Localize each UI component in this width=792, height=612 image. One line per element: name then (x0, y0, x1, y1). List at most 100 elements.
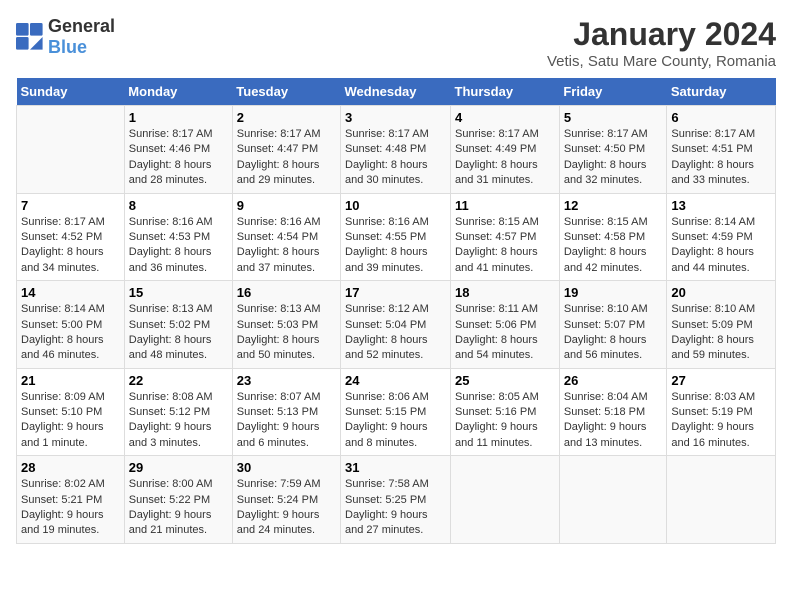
sunset-text: Sunset: 4:59 PM (671, 230, 771, 245)
daylight-text: Daylight: 8 hours and 42 minutes. (564, 245, 663, 276)
calendar-cell: 8Sunrise: 8:16 AMSunset: 4:53 PMDaylight… (124, 193, 232, 281)
sunrise-text: Sunrise: 8:17 AM (237, 127, 336, 142)
daylight-text: Daylight: 8 hours and 54 minutes. (455, 333, 555, 364)
sunrise-text: Sunrise: 8:16 AM (345, 215, 446, 230)
calendar-cell (667, 456, 776, 544)
daylight-text: Daylight: 8 hours and 28 minutes. (129, 158, 228, 189)
daylight-text: Daylight: 9 hours and 24 minutes. (237, 508, 336, 539)
day-number: 16 (237, 285, 336, 300)
sunset-text: Sunset: 5:24 PM (237, 493, 336, 508)
calendar-cell: 23Sunrise: 8:07 AMSunset: 5:13 PMDayligh… (232, 368, 340, 456)
daylight-text: Daylight: 8 hours and 30 minutes. (345, 158, 446, 189)
sunrise-text: Sunrise: 8:11 AM (455, 302, 555, 317)
daylight-text: Daylight: 9 hours and 16 minutes. (671, 420, 771, 451)
calendar-cell: 30Sunrise: 7:59 AMSunset: 5:24 PMDayligh… (232, 456, 340, 544)
daylight-text: Daylight: 9 hours and 3 minutes. (129, 420, 228, 451)
calendar-cell: 12Sunrise: 8:15 AMSunset: 4:58 PMDayligh… (559, 193, 667, 281)
day-number: 12 (564, 198, 663, 213)
sunset-text: Sunset: 4:47 PM (237, 142, 336, 157)
calendar-cell: 5Sunrise: 8:17 AMSunset: 4:50 PMDaylight… (559, 106, 667, 194)
day-info: Sunrise: 7:58 AMSunset: 5:25 PMDaylight:… (345, 477, 446, 539)
calendar-cell: 1Sunrise: 8:17 AMSunset: 4:46 PMDaylight… (124, 106, 232, 194)
daylight-text: Daylight: 8 hours and 50 minutes. (237, 333, 336, 364)
day-info: Sunrise: 8:09 AMSunset: 5:10 PMDaylight:… (21, 390, 120, 452)
sunrise-text: Sunrise: 8:04 AM (564, 390, 663, 405)
calendar-cell: 31Sunrise: 7:58 AMSunset: 5:25 PMDayligh… (341, 456, 451, 544)
sunset-text: Sunset: 5:06 PM (455, 318, 555, 333)
day-info: Sunrise: 8:13 AMSunset: 5:02 PMDaylight:… (129, 302, 228, 364)
day-number: 2 (237, 110, 336, 125)
sunrise-text: Sunrise: 8:03 AM (671, 390, 771, 405)
day-number: 18 (455, 285, 555, 300)
daylight-text: Daylight: 9 hours and 1 minute. (21, 420, 120, 451)
day-info: Sunrise: 8:16 AMSunset: 4:53 PMDaylight:… (129, 215, 228, 277)
sunrise-text: Sunrise: 8:17 AM (455, 127, 555, 142)
daylight-text: Daylight: 8 hours and 33 minutes. (671, 158, 771, 189)
sunset-text: Sunset: 5:02 PM (129, 318, 228, 333)
daylight-text: Daylight: 8 hours and 44 minutes. (671, 245, 771, 276)
daylight-text: Daylight: 8 hours and 37 minutes. (237, 245, 336, 276)
sunset-text: Sunset: 5:07 PM (564, 318, 663, 333)
calendar-cell: 2 Sunrise: 8:17 AMSunset: 4:47 PMDaylight… (232, 106, 340, 194)
calendar-cell: 4Sunrise: 8:17 AMSunset: 4:49 PMDaylight… (451, 106, 560, 194)
logo-general: General (48, 16, 115, 36)
daylight-text: Daylight: 8 hours and 29 minutes. (237, 158, 336, 189)
day-info: Sunrise: 8:07 AMSunset: 5:13 PMDaylight:… (237, 390, 336, 452)
day-number: 20 (671, 285, 771, 300)
day-number: 13 (671, 198, 771, 213)
day-info: Sunrise: 8:16 AMSunset: 4:54 PMDaylight:… (237, 215, 336, 277)
daylight-text: Daylight: 8 hours and 34 minutes. (21, 245, 120, 276)
calendar-table: SundayMondayTuesdayWednesdayThursdayFrid… (16, 78, 776, 544)
sunset-text: Sunset: 4:55 PM (345, 230, 446, 245)
calendar-cell: 14Sunrise: 8:14 AMSunset: 5:00 PMDayligh… (17, 281, 125, 369)
calendar-cell: 27Sunrise: 8:03 AMSunset: 5:19 PMDayligh… (667, 368, 776, 456)
day-info: Sunrise: 8:11 AMSunset: 5:06 PMDaylight:… (455, 302, 555, 364)
day-info: Sunrise: 8:17 AMSunset: 4:50 PMDaylight:… (564, 127, 663, 189)
day-info: Sunrise: 8:10 AMSunset: 5:07 PMDaylight:… (564, 302, 663, 364)
day-info: Sunrise: 8:17 AMSunset: 4:46 PMDaylight:… (129, 127, 228, 189)
calendar-cell: 9 Sunrise: 8:16 AMSunset: 4:54 PMDaylight… (232, 193, 340, 281)
sunrise-text: Sunrise: 8:10 AM (564, 302, 663, 317)
day-number: 26 (564, 373, 663, 388)
calendar-week-row: 14Sunrise: 8:14 AMSunset: 5:00 PMDayligh… (17, 281, 776, 369)
calendar-cell (451, 456, 560, 544)
day-number: 19 (564, 285, 663, 300)
daylight-text: Daylight: 8 hours and 46 minutes. (21, 333, 120, 364)
sunrise-text: Sunrise: 8:09 AM (21, 390, 120, 405)
day-number: 14 (21, 285, 120, 300)
page-title: January 2024 (547, 16, 776, 53)
day-number: 15 (129, 285, 228, 300)
sunset-text: Sunset: 5:21 PM (21, 493, 120, 508)
weekday-header: Monday (124, 78, 232, 106)
calendar-week-row: 28Sunrise: 8:02 AMSunset: 5:21 PMDayligh… (17, 456, 776, 544)
daylight-text: Daylight: 8 hours and 48 minutes. (129, 333, 228, 364)
weekday-header: Tuesday (232, 78, 340, 106)
day-number: 3 (345, 110, 446, 125)
sunrise-text: Sunrise: 8:13 AM (237, 302, 336, 317)
daylight-text: Daylight: 9 hours and 27 minutes. (345, 508, 446, 539)
day-number: 9 (237, 198, 336, 213)
calendar-cell: 6 Sunrise: 8:17 AMSunset: 4:51 PMDaylight… (667, 106, 776, 194)
sunrise-text: Sunrise: 8:02 AM (21, 477, 120, 492)
weekday-header: Saturday (667, 78, 776, 106)
sunset-text: Sunset: 5:25 PM (345, 493, 446, 508)
weekday-header: Sunday (17, 78, 125, 106)
daylight-text: Daylight: 8 hours and 39 minutes. (345, 245, 446, 276)
sunrise-text: Sunrise: 8:07 AM (237, 390, 336, 405)
daylight-text: Daylight: 8 hours and 41 minutes. (455, 245, 555, 276)
sunset-text: Sunset: 4:48 PM (345, 142, 446, 157)
day-number: 6 (671, 110, 771, 125)
day-info: Sunrise: 8:13 AMSunset: 5:03 PMDaylight:… (237, 302, 336, 364)
sunset-text: Sunset: 4:53 PM (129, 230, 228, 245)
day-info: Sunrise: 8:12 AMSunset: 5:04 PMDaylight:… (345, 302, 446, 364)
sunset-text: Sunset: 4:54 PM (237, 230, 336, 245)
sunset-text: Sunset: 5:18 PM (564, 405, 663, 420)
weekday-header-row: SundayMondayTuesdayWednesdayThursdayFrid… (17, 78, 776, 106)
calendar-cell: 24Sunrise: 8:06 AMSunset: 5:15 PMDayligh… (341, 368, 451, 456)
day-info: Sunrise: 8:17 AMSunset: 4:48 PMDaylight:… (345, 127, 446, 189)
calendar-cell: 17 Sunrise: 8:12 AMSunset: 5:04 PMDayligh… (341, 281, 451, 369)
calendar-cell: 25Sunrise: 8:05 AMSunset: 5:16 PMDayligh… (451, 368, 560, 456)
day-info: Sunrise: 8:17 AMSunset: 4:51 PMDaylight:… (671, 127, 771, 189)
sunrise-text: Sunrise: 8:15 AM (455, 215, 555, 230)
day-number: 17 (345, 285, 446, 300)
